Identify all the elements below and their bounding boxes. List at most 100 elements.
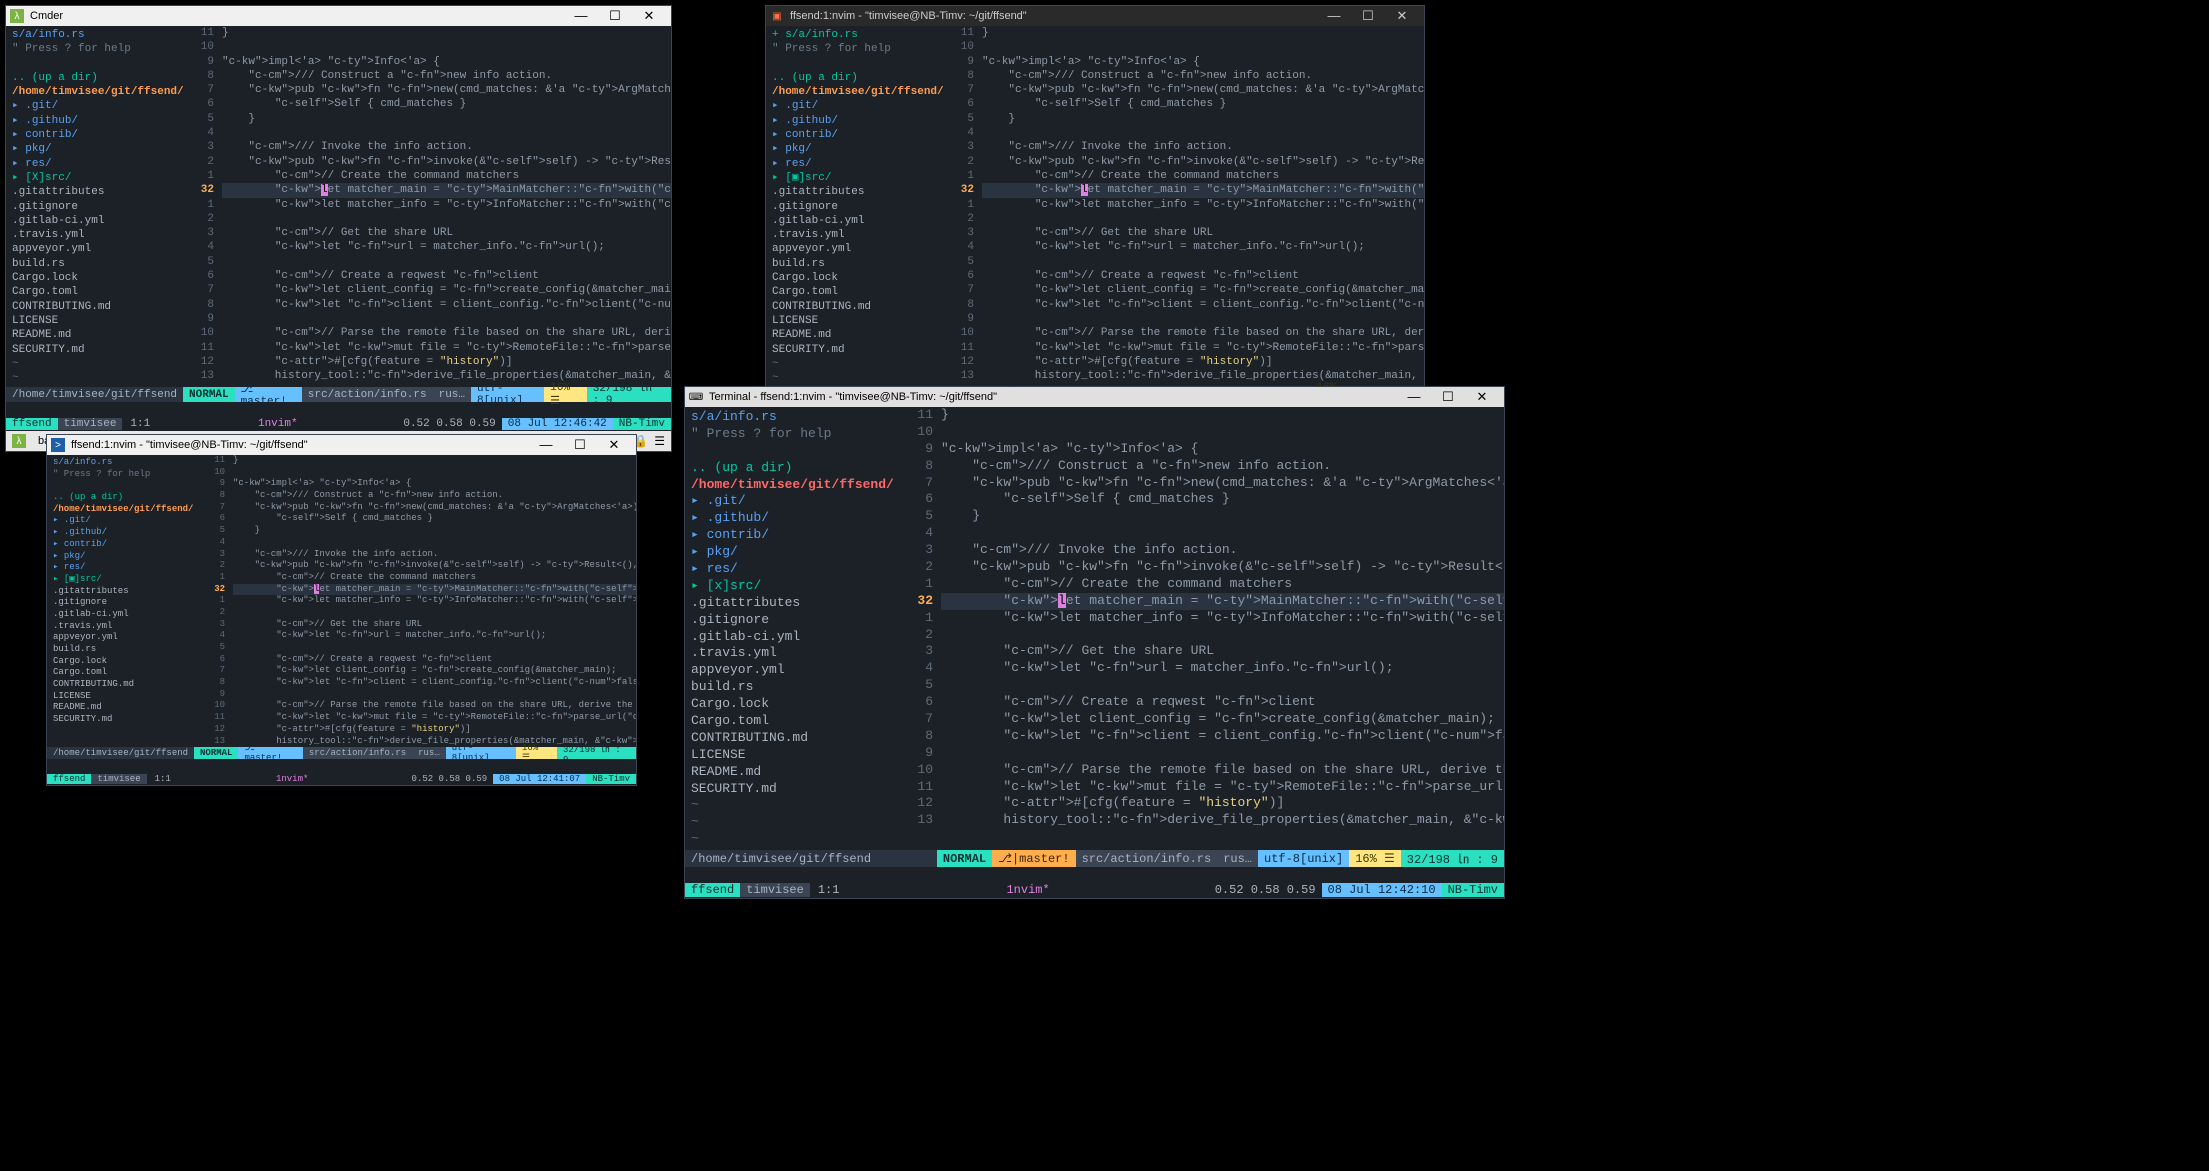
- file-item[interactable]: build.rs: [685, 679, 905, 696]
- cwd[interactable]: /home/timvisee/git/ffsend/: [47, 504, 197, 516]
- tmux-session[interactable]: ffsend: [685, 883, 740, 897]
- menu-icon[interactable]: ☰: [654, 434, 665, 448]
- dir-item[interactable]: ▸ .github/: [47, 527, 197, 539]
- file-item[interactable]: Cargo.lock: [766, 271, 946, 285]
- dir-item[interactable]: ▸ pkg/: [685, 544, 905, 561]
- titlebar[interactable]: > ffsend:1:nvim - "timvisee@NB-Timv: ~/g…: [47, 435, 636, 455]
- file-item[interactable]: .gitlab-ci.yml: [766, 214, 946, 228]
- file-item[interactable]: .travis.yml: [6, 228, 186, 242]
- up-dir[interactable]: .. (up a dir): [6, 71, 186, 85]
- maximize-button[interactable]: ☐: [1438, 389, 1458, 405]
- file-item[interactable]: README.md: [766, 328, 946, 342]
- dir-src[interactable]: ▸ [x]src/: [685, 578, 905, 595]
- dir-item[interactable]: ▸ contrib/: [685, 527, 905, 544]
- nerdtree-sidebar[interactable]: + s/a/info.rs " Press ? for help .. (up …: [766, 26, 946, 387]
- file-item[interactable]: LICENSE: [47, 691, 197, 703]
- up-dir[interactable]: .. (up a dir): [685, 460, 905, 477]
- maximize-button[interactable]: ☐: [605, 8, 625, 24]
- titlebar[interactable]: λ Cmder — ☐ ✕: [6, 6, 671, 26]
- nerdtree-sidebar[interactable]: s/a/info.rs " Press ? for help .. (up a …: [6, 26, 186, 387]
- file-item[interactable]: Cargo.lock: [6, 271, 186, 285]
- file-item[interactable]: Cargo.toml: [6, 285, 186, 299]
- dir-item[interactable]: ▸ contrib/: [766, 128, 946, 142]
- dir-item[interactable]: ▸ .github/: [6, 114, 186, 128]
- file-item[interactable]: SECURITY.md: [685, 781, 905, 798]
- up-dir[interactable]: .. (up a dir): [766, 71, 946, 85]
- minimize-button[interactable]: —: [536, 437, 556, 453]
- dir-item[interactable]: ▸ res/: [766, 157, 946, 171]
- dir-src[interactable]: ▸ [▣]src/: [47, 574, 197, 586]
- file-item[interactable]: .gitignore: [766, 200, 946, 214]
- file-item[interactable]: .gitlab-ci.yml: [47, 609, 197, 621]
- close-button[interactable]: ✕: [1472, 389, 1492, 405]
- cwd[interactable]: /home/timvisee/git/ffsend/: [685, 477, 905, 494]
- code-pane[interactable]: } "c-kw">impl<'a> "c-ty">Info<'a> { "c-c…: [982, 26, 1424, 387]
- file-item[interactable]: Cargo.toml: [766, 285, 946, 299]
- maximize-button[interactable]: ☐: [1358, 8, 1378, 24]
- code-pane[interactable]: } "c-kw">impl<'a> "c-ty">Info<'a> { "c-c…: [233, 455, 636, 747]
- dir-src[interactable]: ▸ [▣]src/: [766, 171, 946, 185]
- dir-item[interactable]: ▸ .github/: [766, 114, 946, 128]
- tmux-window-idx[interactable]: 1:1: [810, 883, 848, 897]
- file-item[interactable]: CONTRIBUTING.md: [47, 679, 197, 691]
- file-item[interactable]: Cargo.lock: [47, 656, 197, 668]
- dir-item[interactable]: ▸ contrib/: [6, 128, 186, 142]
- dir-src[interactable]: ▸ [X]src/: [6, 171, 186, 185]
- code-pane[interactable]: } "c-kw">impl<'a> "c-ty">Info<'a> { "c-c…: [222, 26, 671, 387]
- dir-item[interactable]: ▸ .git/: [47, 515, 197, 527]
- close-button[interactable]: ✕: [604, 437, 624, 453]
- cmdline[interactable]: [685, 867, 1504, 881]
- file-item[interactable]: .travis.yml: [766, 228, 946, 242]
- dir-item[interactable]: ▸ pkg/: [47, 551, 197, 563]
- file-item[interactable]: LICENSE: [685, 747, 905, 764]
- dir-item[interactable]: ▸ pkg/: [6, 142, 186, 156]
- code-pane[interactable]: } "c-kw">impl<'a> "c-ty">Info<'a> { "c-c…: [941, 407, 1504, 850]
- file-item[interactable]: .gitignore: [47, 597, 197, 609]
- file-item[interactable]: .travis.yml: [685, 645, 905, 662]
- file-item[interactable]: LICENSE: [6, 314, 186, 328]
- file-item[interactable]: Cargo.lock: [685, 696, 905, 713]
- file-item[interactable]: Cargo.toml: [685, 713, 905, 730]
- dir-item[interactable]: ▸ .git/: [685, 493, 905, 510]
- file-item[interactable]: .gitlab-ci.yml: [685, 629, 905, 646]
- minimize-button[interactable]: —: [1324, 8, 1344, 24]
- file-item[interactable]: README.md: [47, 702, 197, 714]
- dir-item[interactable]: ▸ pkg/: [766, 142, 946, 156]
- tmux-session[interactable]: ffsend: [6, 418, 58, 430]
- file-item[interactable]: LICENSE: [766, 314, 946, 328]
- file-item[interactable]: CONTRIBUTING.md: [685, 730, 905, 747]
- file-item[interactable]: build.rs: [766, 257, 946, 271]
- close-button[interactable]: ✕: [1392, 8, 1412, 24]
- nerdtree-sidebar[interactable]: s/a/info.rs " Press ? for help .. (up a …: [47, 455, 197, 747]
- file-item[interactable]: .gitignore: [685, 612, 905, 629]
- file-item[interactable]: CONTRIBUTING.md: [766, 300, 946, 314]
- up-dir[interactable]: .. (up a dir): [47, 492, 197, 504]
- file-item[interactable]: .gitlab-ci.yml: [6, 214, 186, 228]
- file-item[interactable]: appveyor.yml: [766, 242, 946, 256]
- nerdtree-sidebar[interactable]: s/a/info.rs " Press ? for help .. (up a …: [685, 407, 905, 850]
- file-item[interactable]: .gitattributes: [47, 586, 197, 598]
- dir-item[interactable]: ▸ res/: [685, 561, 905, 578]
- close-button[interactable]: ✕: [639, 8, 659, 24]
- cwd[interactable]: /home/timvisee/git/ffsend/: [766, 85, 946, 99]
- file-item[interactable]: appveyor.yml: [47, 632, 197, 644]
- dir-item[interactable]: ▸ contrib/: [47, 539, 197, 551]
- tmux-session[interactable]: ffsend: [47, 774, 91, 784]
- dir-item[interactable]: ▸ .github/: [685, 510, 905, 527]
- tmux-window-idx[interactable]: 1:1: [122, 418, 158, 430]
- file-item[interactable]: SECURITY.md: [766, 343, 946, 357]
- file-item[interactable]: SECURITY.md: [6, 343, 186, 357]
- file-item[interactable]: build.rs: [47, 644, 197, 656]
- file-item[interactable]: README.md: [685, 764, 905, 781]
- maximize-button[interactable]: ☐: [570, 437, 590, 453]
- titlebar[interactable]: ▣ ffsend:1:nvim - "timvisee@NB-Timv: ~/g…: [766, 6, 1424, 26]
- file-item[interactable]: SECURITY.md: [47, 714, 197, 726]
- dir-item[interactable]: ▸ .git/: [766, 99, 946, 113]
- file-item[interactable]: .gitattributes: [766, 185, 946, 199]
- file-item[interactable]: .gitattributes: [685, 595, 905, 612]
- file-item[interactable]: appveyor.yml: [685, 662, 905, 679]
- file-item[interactable]: .travis.yml: [47, 621, 197, 633]
- file-item[interactable]: build.rs: [6, 257, 186, 271]
- minimize-button[interactable]: —: [1404, 389, 1424, 405]
- file-item[interactable]: Cargo.toml: [47, 667, 197, 679]
